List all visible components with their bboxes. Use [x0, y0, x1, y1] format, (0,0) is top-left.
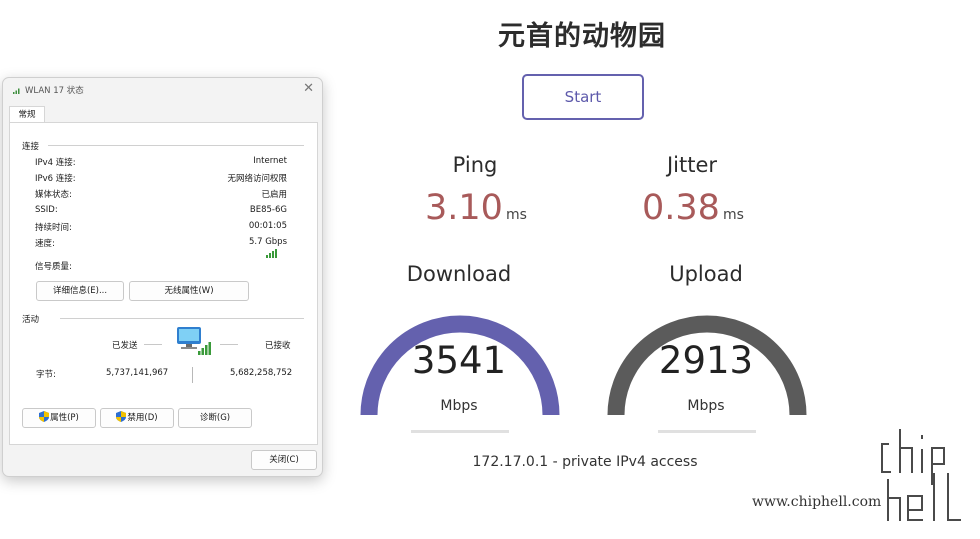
divider [192, 367, 193, 383]
divider [48, 145, 304, 146]
speedtest-title: 元首的动物园 [498, 21, 666, 52]
download-value: 3541 [411, 339, 507, 382]
bytes-label: 字节: [36, 370, 56, 380]
ssid-value: BE85-6G [249, 205, 287, 215]
disable-button[interactable]: 禁用(D) [100, 408, 174, 428]
speed-label: 速度: [35, 239, 55, 249]
jitter-readout: 0.38 ms [642, 188, 744, 228]
properties-button-label: 属性(P) [50, 413, 79, 423]
wireless-properties-button[interactable]: 无线属性(W) [129, 281, 249, 301]
jitter-value: 0.38 [642, 188, 720, 228]
download-unit: Mbps [440, 398, 478, 414]
ipv6-label: IPv6 连接: [35, 174, 76, 184]
ssid-label: SSID: [35, 205, 58, 215]
dialog-title: WLAN 17 状态 [25, 86, 84, 96]
media-state-label: 媒体状态: [35, 190, 72, 200]
upload-progress-track [658, 430, 756, 433]
upload-unit: Mbps [687, 398, 725, 414]
received-label: 已接收 [265, 341, 291, 351]
jitter-unit: ms [722, 207, 744, 223]
bytes-sent-value: 5,737,141,967 [106, 368, 169, 378]
bytes-received-value: 5,682,258,752 [230, 368, 293, 378]
upload-label: Upload [669, 262, 743, 286]
duration-value: 00:01:05 [248, 221, 287, 231]
properties-button[interactable]: 属性(P) [22, 408, 96, 428]
speed-value: 5.7 Gbps [248, 237, 287, 247]
close-button[interactable]: 关闭(C) [251, 450, 317, 470]
close-icon[interactable]: ✕ [303, 81, 314, 96]
ip-info: 172.17.0.1 - private IPv4 access [472, 454, 698, 470]
uac-shield-icon [39, 411, 50, 422]
ipv4-value: Internet [253, 156, 287, 166]
divider [220, 344, 238, 345]
divider [144, 344, 162, 345]
tab-general[interactable]: 常规 [9, 106, 45, 123]
details-button[interactable]: 详细信息(E)... [36, 281, 124, 301]
ipv4-label: IPv4 连接: [35, 158, 76, 168]
ping-unit: ms [505, 207, 527, 223]
activity-section-title: 活动 [22, 315, 40, 325]
ping-readout: 3.10 ms [425, 188, 527, 228]
start-button[interactable]: Start [522, 74, 644, 120]
wifi-icon [13, 88, 20, 94]
signal-bars-icon [266, 249, 277, 258]
connection-section-title: 连接 [22, 142, 40, 152]
jitter-label: Jitter [666, 153, 718, 177]
sent-label: 已发送 [112, 341, 138, 351]
chiphell-logo [878, 426, 964, 524]
dialog-titlebar: WLAN 17 状态 ✕ [3, 78, 322, 102]
media-state-value: 已启用 [261, 190, 287, 200]
watermark-site: www.chiphell.com [752, 494, 882, 510]
wlan-status-dialog: WLAN 17 状态 ✕ 常规 连接 IPv4 连接: Internet IPv… [2, 77, 323, 477]
ipv6-value: 无网络访问权限 [227, 174, 287, 184]
divider [60, 318, 304, 319]
diagnose-button[interactable]: 诊断(G) [178, 408, 252, 428]
general-panel: 连接 IPv4 连接: Internet IPv6 连接: 无网络访问权限 媒体… [9, 122, 318, 445]
uac-shield-icon [116, 411, 127, 422]
download-label: Download [406, 262, 512, 286]
disable-button-label: 禁用(D) [127, 413, 158, 423]
network-computer-icon [177, 327, 211, 355]
ping-label: Ping [452, 153, 498, 177]
signal-quality-label: 信号质量: [35, 262, 72, 272]
download-progress-track [411, 430, 509, 433]
duration-label: 持续时间: [35, 223, 72, 233]
ping-value: 3.10 [425, 188, 503, 228]
upload-value: 2913 [658, 339, 754, 382]
